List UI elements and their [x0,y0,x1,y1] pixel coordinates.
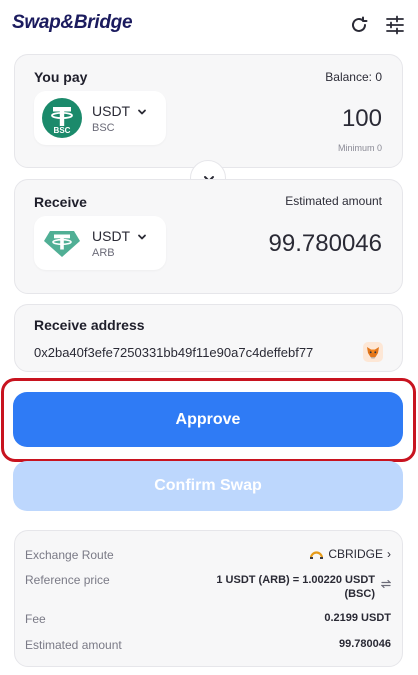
chevron-down-icon [137,104,147,115]
receive-title: Receive [34,194,87,210]
estimated-amount-row: Estimated amount 99.780046 [25,638,391,654]
estimated-amount-label: Estimated amount [25,638,122,652]
receive-token-selector[interactable]: USDT ARB [34,216,166,270]
fee-label: Fee [25,612,46,626]
confirm-swap-button[interactable]: Confirm Swap [13,461,403,511]
receive-address-card: Receive address 0x2ba40f3efe7250331bb49f… [14,304,403,372]
estimated-amount-value: 99.780046 [339,638,391,650]
pay-balance: Balance: 0 [325,70,382,84]
exchange-route-value: CBRIDGE [328,547,383,561]
receive-estimated-label: Estimated amount [285,194,382,208]
fee-row: Fee 0.2199 USDT [25,612,391,628]
approve-button[interactable]: Approve [13,392,403,447]
receive-address-title: Receive address [34,317,145,333]
receive-address-value[interactable]: 0x2ba40f3efe7250331bb49f11e90a7c4deffebf… [34,345,313,360]
receive-token-symbol: USDT [92,228,131,244]
reference-price-row: Reference price 1 USDT (ARB) = 1.00220 U… [25,573,391,603]
pay-minimum: Minimum 0 [337,143,382,153]
chevron-down-icon [137,229,147,240]
tether-bsc-icon: BSC [42,98,82,138]
pay-token-symbol: USDT [92,103,131,119]
settings-sliders-icon[interactable] [384,14,406,36]
reference-price-value: 1 USDT (ARB) = 1.00220 USDT (BSC) [216,574,375,600]
refresh-icon[interactable] [348,14,370,36]
exchange-route-label: Exchange Route [25,548,114,562]
swap-arrows-icon [381,579,391,589]
receive-amount: 99.780046 [268,230,382,257]
receive-token-network: ARB [92,247,115,259]
pay-token-network: BSC [92,122,115,134]
app-header: Swap&Bridge [0,0,418,50]
exchange-route-row: Exchange Route CBRIDGE › [25,547,391,564]
pay-token-selector[interactable]: BSC USDT BSC [34,91,166,145]
chevron-right-icon: › [387,547,391,561]
svg-text:BSC: BSC [54,126,71,135]
tether-icon [42,223,82,263]
reference-price-label: Reference price [25,573,110,587]
swap-details-card: Exchange Route CBRIDGE › Reference price … [14,530,403,667]
pay-title: You pay [34,69,88,85]
exchange-route-selector[interactable]: CBRIDGE › [310,547,391,561]
receive-card: Receive Estimated amount USDT ARB 99.780… [14,179,403,294]
app-logo: Swap&Bridge [12,12,133,33]
pay-card: You pay Balance: 0 BSC USDT BSC 100 Mini… [14,54,403,168]
fee-value: 0.2199 USDT [324,612,391,624]
metamask-fox-icon[interactable] [363,342,383,362]
cbridge-icon [310,550,324,559]
pay-amount-input[interactable]: 100 [342,105,382,133]
